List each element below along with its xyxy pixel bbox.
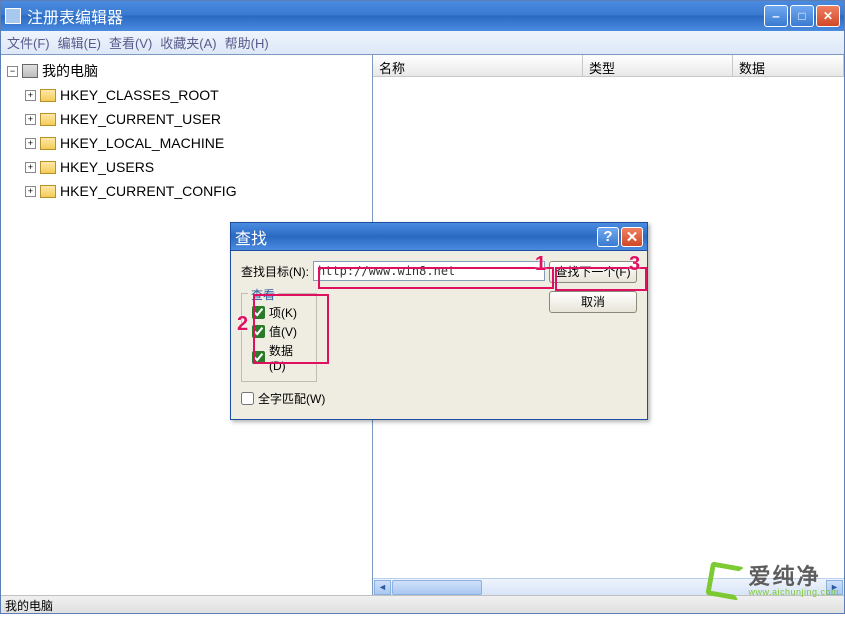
window-title: 注册表编辑器 [27,4,764,28]
menu-view[interactable]: 查看(V) [109,33,152,52]
menu-file[interactable]: 文件(F) [7,33,50,52]
find-dialog: 查找 ? ✕ 查找目标(N): 查找下一个(F) 取消 查看 项(K) 值(V) [230,222,648,420]
titlebar: 注册表编辑器 ‒ □ ✕ [1,1,844,31]
column-name[interactable]: 名称 [373,55,583,76]
folder-icon [40,161,56,174]
chk-values[interactable]: 值(V) [252,323,306,340]
chk-keys[interactable]: 项(K) [252,304,306,321]
watermark: 爱纯净 www.aichunjing.com [708,564,839,598]
tree-node[interactable]: + HKEY_CURRENT_CONFIG [3,179,370,203]
close-button[interactable]: ✕ [816,5,840,27]
watermark-brand: 爱纯净 [748,566,839,588]
expand-icon[interactable]: + [25,138,36,149]
chk-whole-word[interactable]: 全字匹配(W) [241,390,637,407]
menu-help[interactable]: 帮助(H) [225,33,269,52]
scroll-left-icon[interactable]: ◄ [374,580,391,595]
dialog-body: 查找目标(N): 查找下一个(F) 取消 查看 项(K) 值(V) 数据(D) [231,251,647,419]
tree-node-label: HKEY_CLASSES_ROOT [60,87,219,103]
menu-favorites[interactable]: 收藏夹(A) [160,33,216,52]
tree-node-label: HKEY_CURRENT_USER [60,111,221,127]
collapse-icon[interactable]: − [7,66,18,77]
folder-icon [40,89,56,102]
menubar: 文件(F) 编辑(E) 查看(V) 收藏夹(A) 帮助(H) [1,31,844,55]
watermark-logo-icon [706,561,745,600]
tree-root-label: 我的电脑 [42,61,98,81]
expand-icon[interactable]: + [25,114,36,125]
column-type[interactable]: 类型 [583,55,733,76]
tree-root[interactable]: − 我的电脑 [3,59,370,83]
chk-keys-box[interactable] [252,306,265,319]
chk-data-box[interactable] [252,351,265,364]
minimize-button[interactable]: ‒ [764,5,788,27]
chk-data[interactable]: 数据(D) [252,342,306,373]
dialog-titlebar[interactable]: 查找 ? ✕ [231,223,647,251]
cancel-button[interactable]: 取消 [549,291,637,313]
folder-icon [40,185,56,198]
chk-values-label: 值(V) [269,323,297,340]
maximize-button[interactable]: □ [790,5,814,27]
column-headers: 名称 类型 数据 [373,55,844,77]
expand-icon[interactable]: + [25,90,36,101]
chk-whole-label: 全字匹配(W) [258,390,325,407]
column-data[interactable]: 数据 [733,55,844,76]
status-path: 我的电脑 [5,599,53,613]
scroll-thumb[interactable] [392,580,482,595]
dialog-close-button[interactable]: ✕ [621,227,643,247]
chk-values-box[interactable] [252,325,265,338]
window-controls: ‒ □ ✕ [764,5,840,27]
dialog-help-button[interactable]: ? [597,227,619,247]
tree-node-label: HKEY_CURRENT_CONFIG [60,183,237,199]
chk-data-label: 数据(D) [269,342,306,373]
tree-node[interactable]: + HKEY_LOCAL_MACHINE [3,131,370,155]
folder-icon [40,137,56,150]
find-label: 查找目标(N): [241,263,309,280]
tree-node-label: HKEY_USERS [60,159,154,175]
expand-icon[interactable]: + [25,162,36,173]
watermark-url: www.aichunjing.com [748,588,839,597]
menu-edit[interactable]: 编辑(E) [58,33,101,52]
look-at-group: 查看 项(K) 值(V) 数据(D) [241,293,317,382]
tree-node[interactable]: + HKEY_USERS [3,155,370,179]
expand-icon[interactable]: + [25,186,36,197]
chk-whole-box[interactable] [241,392,254,405]
tree-node-label: HKEY_LOCAL_MACHINE [60,135,224,151]
find-input[interactable] [313,261,545,281]
dialog-title: 查找 [235,225,597,249]
app-icon [5,8,21,24]
computer-icon [22,64,38,78]
folder-icon [40,113,56,126]
find-next-button[interactable]: 查找下一个(F) [549,261,637,283]
tree-node[interactable]: + HKEY_CLASSES_ROOT [3,83,370,107]
tree-node[interactable]: + HKEY_CURRENT_USER [3,107,370,131]
group-legend: 查看 [248,286,278,303]
chk-keys-label: 项(K) [269,304,297,321]
